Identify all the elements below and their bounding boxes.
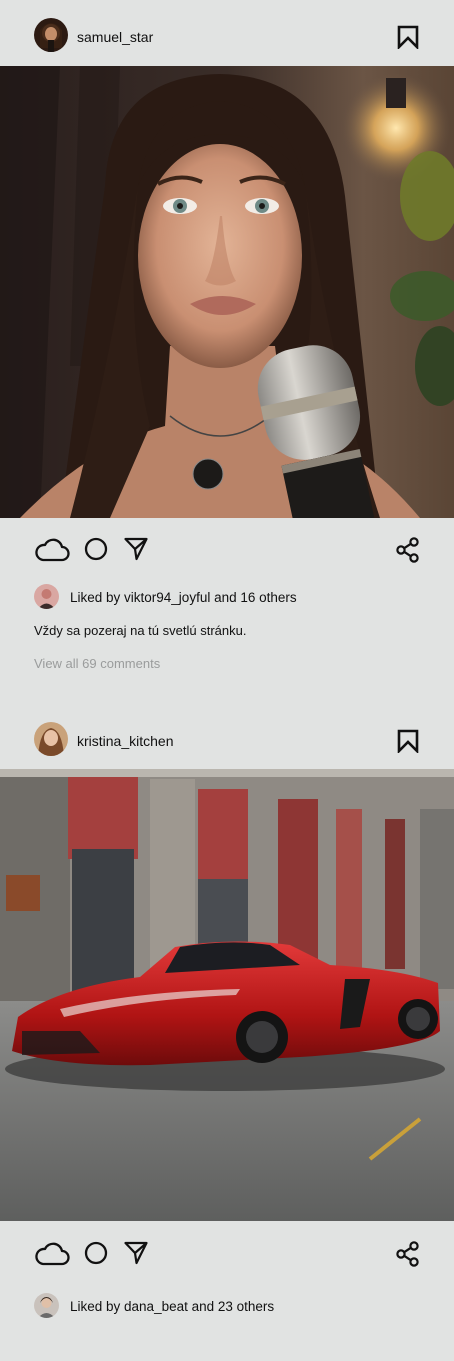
liked-by-row: Liked by dana_beat and 23 others [0,1293,454,1327]
post-photo[interactable] [0,769,454,1221]
post-2: kristina_kitchen Liked by dana_beat and … [0,703,454,1327]
post-1: samuel_star Liked by viktor94_joyful and… [0,0,454,703]
cloud-icon[interactable] [34,1241,70,1267]
circle-icon[interactable] [84,1241,108,1265]
liker-avatar[interactable] [34,584,59,609]
circle-icon[interactable] [84,537,108,561]
post-actions [0,1221,454,1287]
liked-by-row: Liked by viktor94_joyful and 16 others [0,584,454,618]
post-actions [0,518,454,584]
share-icon[interactable] [396,1241,420,1267]
view-comments-link[interactable]: View all 69 comments [34,655,160,672]
send-icon[interactable] [124,537,148,561]
liker-avatar[interactable] [34,1293,59,1318]
post-photo[interactable] [0,66,454,518]
username[interactable]: samuel_star [77,28,153,46]
share-icon[interactable] [396,537,420,563]
post-header: samuel_star [0,0,454,66]
post-header: kristina_kitchen [0,703,454,769]
avatar[interactable] [34,722,68,756]
cloud-icon[interactable] [34,537,70,563]
bookmark-icon[interactable] [397,729,419,753]
post-caption: Vždy sa pozeraj na tú svetlú stránku. [34,623,247,638]
send-icon[interactable] [124,1241,148,1265]
bookmark-icon[interactable] [397,25,419,49]
liked-by-text: Liked by viktor94_joyful and 16 others [70,590,297,605]
avatar[interactable] [34,18,68,52]
username[interactable]: kristina_kitchen [77,732,174,750]
liked-by-text: Liked by dana_beat and 23 others [70,1299,275,1314]
